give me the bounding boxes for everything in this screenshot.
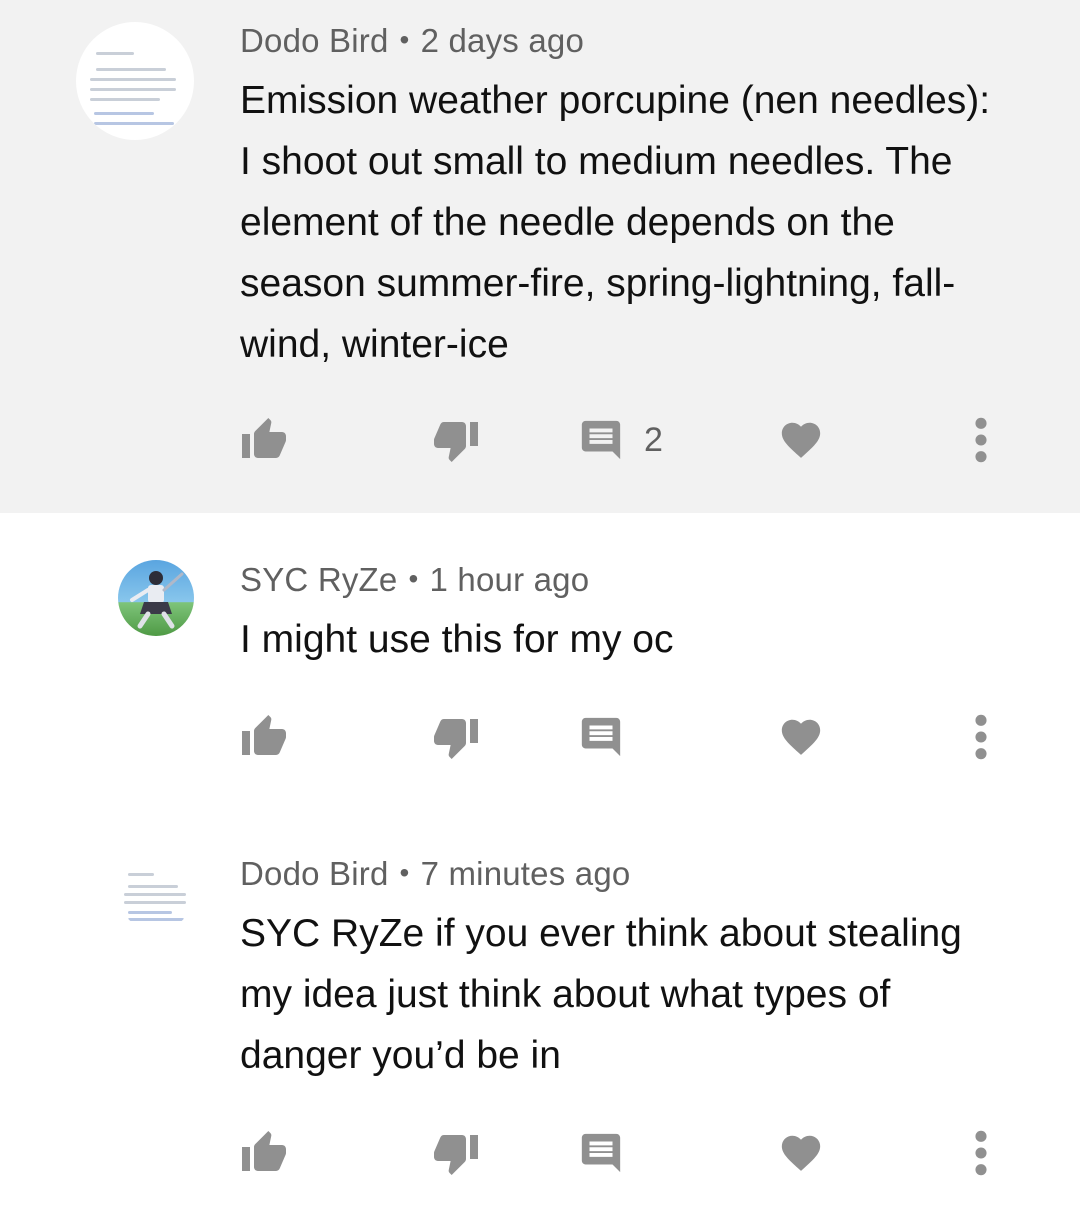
like-button[interactable]: [240, 707, 288, 767]
comment-meta: Dodo Bird • 2 days ago: [240, 22, 584, 60]
comment-icon: [581, 420, 621, 460]
dislike-button[interactable]: [432, 410, 480, 470]
more-vert-icon: [975, 714, 987, 760]
like-button[interactable]: [240, 410, 288, 470]
thumb-down-icon: [434, 719, 478, 759]
comment-actions: 2: [0, 410, 1080, 470]
more-vert-icon: [975, 417, 987, 463]
avatar[interactable]: [118, 560, 194, 636]
comment-actions: [0, 1123, 1080, 1183]
heart-button[interactable]: [778, 707, 824, 767]
meta-separator: •: [399, 857, 410, 888]
comment-icon: [581, 717, 621, 757]
thumb-up-icon: [242, 418, 286, 458]
reply-button[interactable]: 2: [578, 410, 663, 470]
more-options-button[interactable]: [964, 410, 998, 470]
heart-button[interactable]: [778, 410, 824, 470]
comment-item: Dodo Bird • 2 days ago Emission weather po…: [0, 0, 1080, 513]
more-options-button[interactable]: [964, 1123, 998, 1183]
dislike-button[interactable]: [432, 1123, 480, 1183]
author-name[interactable]: Dodo Bird: [240, 22, 389, 59]
comment-text: I might use this for my oc: [240, 618, 674, 661]
avatar[interactable]: [76, 22, 194, 140]
like-button[interactable]: [240, 1123, 288, 1183]
reply-count: 2: [644, 420, 663, 459]
more-vert-icon: [975, 1130, 987, 1176]
thumb-up-icon: [242, 1131, 286, 1171]
thumb-up-icon: [242, 715, 286, 755]
dislike-button[interactable]: [432, 707, 480, 767]
comment-item: Dodo Bird • 7 minutes ago SYC RyZe if you …: [0, 813, 1080, 1221]
heart-icon: [781, 719, 821, 755]
heart-icon: [781, 1135, 821, 1171]
thumb-down-icon: [434, 1135, 478, 1175]
comment-meta: SYC RyZe • 1 hour ago: [240, 561, 589, 599]
comment-item: SYC RyZe • 1 hour ago I might use this for…: [0, 513, 1080, 813]
more-options-button[interactable]: [964, 707, 998, 767]
reply-button[interactable]: [578, 1123, 624, 1183]
timestamp: 2 days ago: [420, 22, 585, 59]
comment-meta: Dodo Bird • 7 minutes ago: [240, 855, 630, 893]
timestamp: 1 hour ago: [429, 561, 590, 598]
timestamp: 7 minutes ago: [420, 855, 631, 892]
comment-actions: [0, 707, 1080, 767]
reply-button[interactable]: [578, 707, 624, 767]
avatar[interactable]: [118, 855, 194, 931]
author-name[interactable]: Dodo Bird: [240, 855, 389, 892]
heart-button[interactable]: [778, 1123, 824, 1183]
comment-icon: [581, 1133, 621, 1173]
heart-icon: [781, 422, 821, 458]
character-image: [130, 571, 184, 629]
meta-separator: •: [399, 24, 410, 55]
comment-text: Emission weather porcupine (nen needles)…: [240, 79, 991, 366]
thumb-down-icon: [434, 422, 478, 462]
meta-separator: •: [408, 563, 419, 594]
comment-text: SYC RyZe if you ever think about stealin…: [240, 912, 962, 1077]
author-name[interactable]: SYC RyZe: [240, 561, 397, 598]
